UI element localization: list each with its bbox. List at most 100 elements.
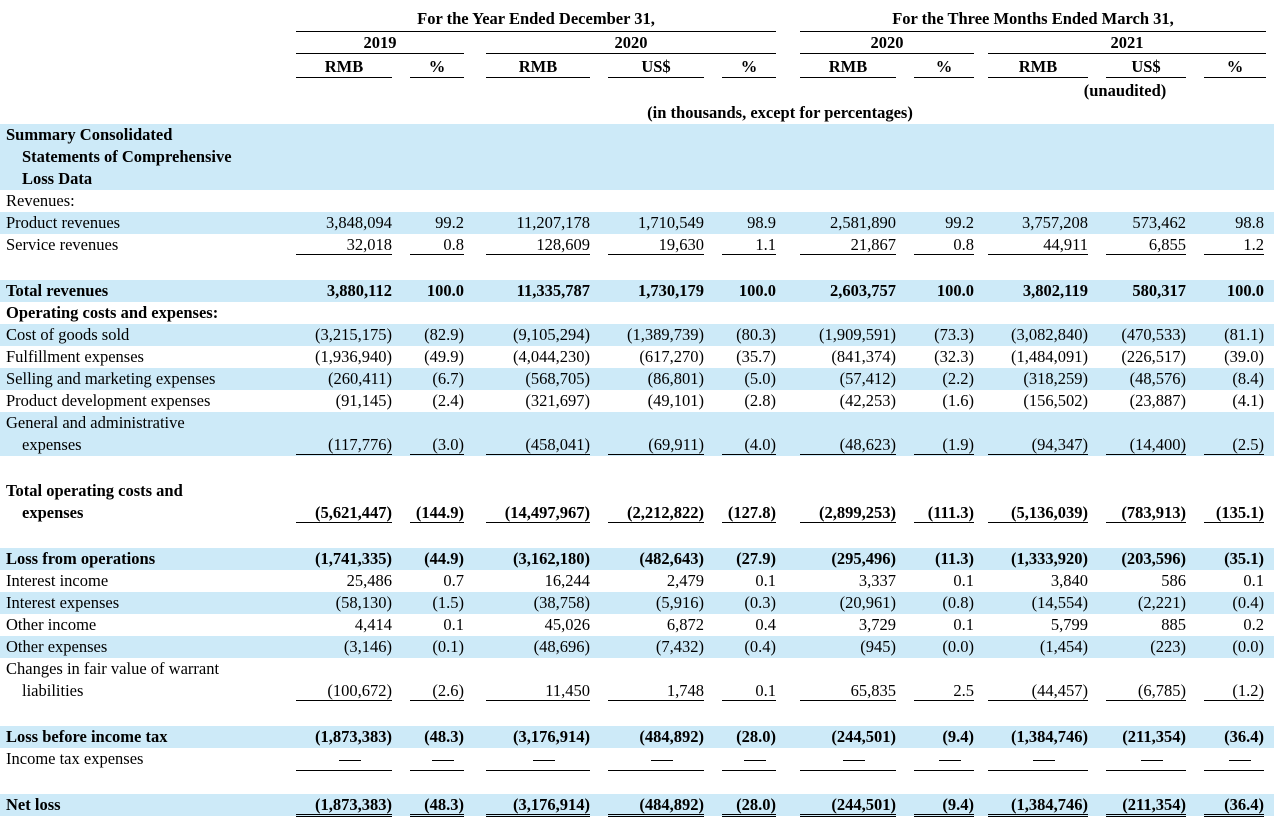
row-label: expenses xyxy=(22,435,82,454)
table-cell: (470,533) xyxy=(1121,325,1186,344)
col-header: US$ xyxy=(608,57,704,78)
cell-underline xyxy=(486,814,590,817)
year-2021-quarter: 2021 xyxy=(988,33,1266,54)
row-label: Product development expenses xyxy=(6,391,211,410)
cell-underline xyxy=(608,254,704,255)
cell-underline xyxy=(296,770,392,771)
table-cell: (321,697) xyxy=(525,391,590,410)
cell-underline xyxy=(988,814,1088,817)
table-cell: (36.4) xyxy=(1224,795,1264,814)
table-cell: 44,911 xyxy=(1043,235,1088,254)
table-cell: (94,347) xyxy=(1031,435,1088,454)
table-cell: (211,354) xyxy=(1122,727,1186,746)
table-cell: (244,501) xyxy=(831,727,896,746)
cell-underline xyxy=(800,814,896,817)
table-cell: (3,082,840) xyxy=(1011,325,1088,344)
table-cell: (318,259) xyxy=(1023,369,1088,388)
group-header-quarter-rule xyxy=(800,31,1266,32)
section-title: Statements of Comprehensive xyxy=(22,147,232,166)
table-cell: (91,145) xyxy=(335,391,392,410)
table-cell: 4,414 xyxy=(354,615,392,634)
table-cell: 2,479 xyxy=(666,571,704,590)
cell-underline xyxy=(722,700,776,701)
table-cell: 2,603,757 xyxy=(830,281,896,300)
table-cell: (49.9) xyxy=(424,347,464,366)
cell-underline xyxy=(914,700,974,701)
table-cell: 3,802,119 xyxy=(1022,281,1088,300)
table-cell: (3,176,914) xyxy=(513,795,590,814)
cell-underline xyxy=(296,522,392,523)
table-cell: (2.4) xyxy=(432,391,464,410)
table-cell: 1.1 xyxy=(755,235,776,254)
cell-underline xyxy=(1204,454,1264,455)
table-cell: — xyxy=(410,748,464,770)
table-cell: 0.7 xyxy=(443,571,464,590)
table-cell: (617,270) xyxy=(639,347,704,366)
nil-dash xyxy=(533,760,555,761)
table-cell: 0.1 xyxy=(755,681,776,700)
cell-underline xyxy=(914,454,974,455)
row-label: Net loss xyxy=(6,795,61,814)
table-cell: (841,374) xyxy=(831,347,896,366)
table-cell: (39.0) xyxy=(1224,347,1264,366)
table-cell: (0.1) xyxy=(432,637,464,656)
table-cell: (38,758) xyxy=(533,593,590,612)
table-cell: 1,710,549 xyxy=(638,213,704,232)
table-cell: (135.1) xyxy=(1215,503,1264,522)
table-cell: (2.6) xyxy=(432,681,464,700)
table-cell: (5,621,447) xyxy=(315,503,392,522)
table-cell: (1.5) xyxy=(432,593,464,612)
table-cell: (28.0) xyxy=(736,795,776,814)
nil-dash xyxy=(939,760,961,761)
table-cell: (2,221) xyxy=(1137,593,1186,612)
table-cell: 0.8 xyxy=(953,235,974,254)
table-cell: (0.4) xyxy=(744,637,776,656)
cell-underline xyxy=(722,454,776,455)
table-cell: 1.2 xyxy=(1243,235,1264,254)
cell-underline xyxy=(608,454,704,455)
cell-underline xyxy=(988,254,1088,255)
table-cell: — xyxy=(988,748,1088,770)
table-cell: 573,462 xyxy=(1132,213,1186,232)
table-cell: 3,337 xyxy=(858,571,896,590)
table-cell: 6,872 xyxy=(666,615,704,634)
row-label: Cost of goods sold xyxy=(6,325,130,344)
table-cell: 2.5 xyxy=(953,681,974,700)
col-header: % xyxy=(722,57,776,78)
cell-underline xyxy=(800,454,896,455)
table-cell: (211,354) xyxy=(1122,795,1186,814)
cell-underline xyxy=(800,770,896,771)
table-cell: 99.2 xyxy=(435,213,464,232)
table-cell: (1,389,739) xyxy=(627,325,704,344)
table-cell: (1,333,920) xyxy=(1011,549,1088,568)
table-cell: (484,892) xyxy=(639,795,704,814)
table-cell: (1.6) xyxy=(942,391,974,410)
table-cell: — xyxy=(722,748,776,770)
table-cell: (100,672) xyxy=(327,681,392,700)
section-title: Loss Data xyxy=(22,169,93,188)
table-cell: (568,705) xyxy=(525,369,590,388)
row-label: Income tax expenses xyxy=(6,749,144,768)
row-label: Other income xyxy=(6,615,97,634)
table-cell: (1,454) xyxy=(1039,637,1088,656)
table-cell: (44.9) xyxy=(424,549,464,568)
table-cell: (69,911) xyxy=(648,435,704,454)
table-cell: (1,909,591) xyxy=(819,325,896,344)
row-label: liabilities xyxy=(22,681,84,700)
table-cell: — xyxy=(1204,748,1264,770)
section-title: Summary Consolidated xyxy=(6,125,173,144)
table-cell: (3,162,180) xyxy=(513,549,590,568)
cell-underline xyxy=(988,770,1088,771)
table-cell: — xyxy=(608,748,704,770)
cell-underline xyxy=(296,454,392,455)
cell-underline xyxy=(410,522,464,523)
table-cell: 100.0 xyxy=(738,281,776,300)
row-label: Selling and marketing expenses xyxy=(6,369,216,388)
cell-underline xyxy=(608,522,704,523)
row-label: Loss from operations xyxy=(6,549,156,568)
table-cell: 3,848,094 xyxy=(326,213,392,232)
table-cell: 1,730,179 xyxy=(638,281,704,300)
table-cell: (32.3) xyxy=(934,347,974,366)
cell-underline xyxy=(1204,254,1264,255)
table-cell: 0.4 xyxy=(755,615,776,634)
